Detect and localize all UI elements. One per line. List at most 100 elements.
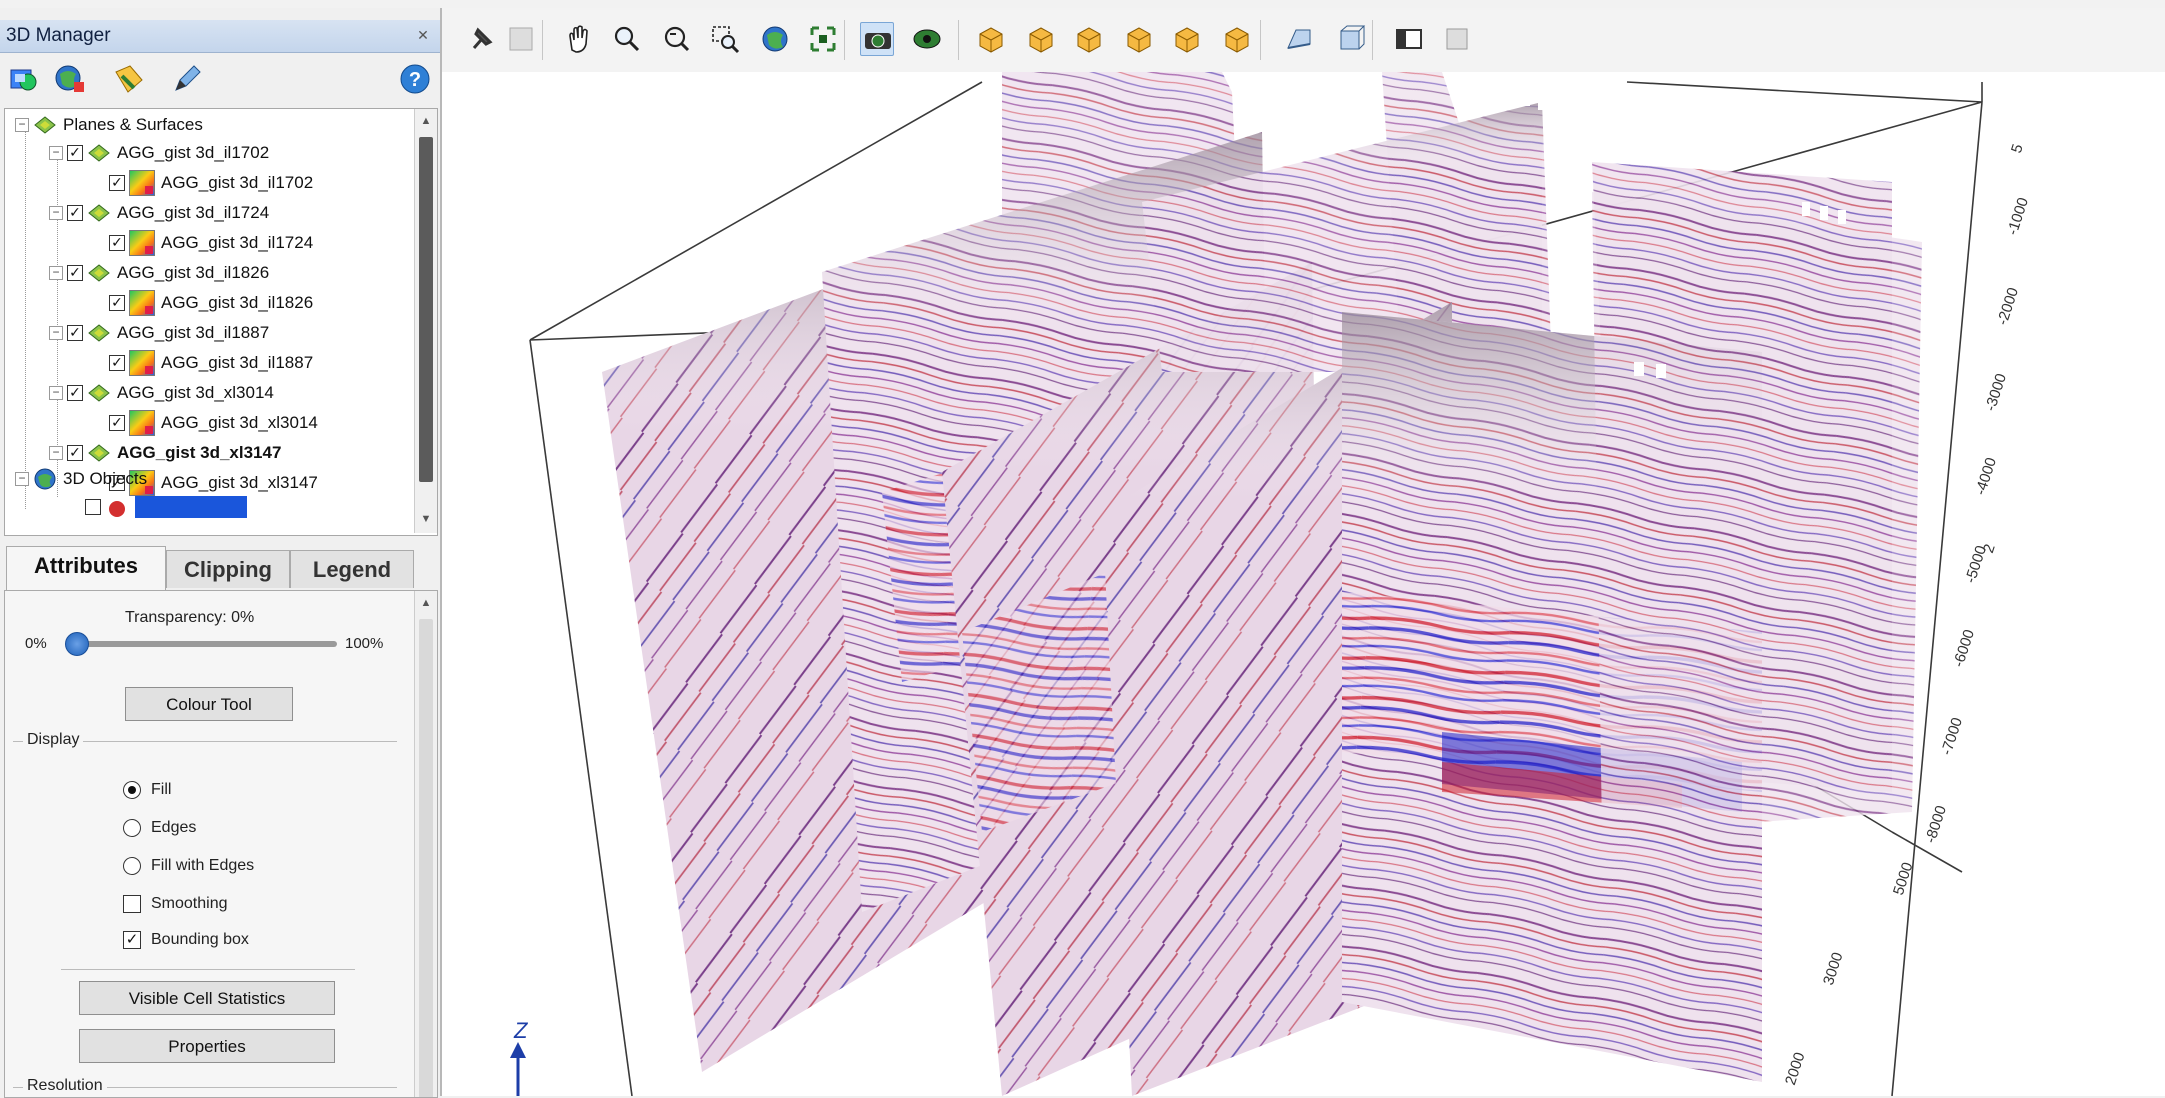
tree-node-plane-group[interactable]: − ✓ AGG_gist 3d_il1702: [49, 139, 269, 167]
collapse-icon[interactable]: −: [15, 472, 29, 486]
view-cube-1-icon[interactable]: [974, 22, 1008, 56]
slider-max-label: 100%: [345, 635, 384, 652]
edges-radio[interactable]: [123, 819, 141, 837]
tree-label: AGG_gist 3d_il1826: [117, 263, 270, 282]
tree-node-planes-surfaces[interactable]: − Planes & Surfaces: [15, 111, 203, 139]
tree-node-plane-group[interactable]: − ✓ AGG_gist 3d_xl3014: [49, 379, 274, 407]
pencil-icon[interactable]: [170, 62, 204, 96]
smoothing-label: Smoothing: [151, 895, 228, 912]
panel-title-bar: 3D Manager ✕: [0, 20, 440, 53]
layer-checkbox[interactable]: ✓: [109, 295, 125, 311]
add-layer-icon[interactable]: [6, 62, 40, 96]
pin-icon[interactable]: [464, 22, 498, 56]
collapse-icon[interactable]: −: [49, 266, 63, 280]
tree-label: AGG_gist 3d_il1724: [161, 233, 314, 252]
fill-with-edges-label: Fill with Edges: [151, 857, 255, 874]
close-icon[interactable]: ✕: [414, 26, 432, 44]
layer-checkbox[interactable]: ✓: [67, 445, 83, 461]
z-axis-indicator: [510, 1042, 526, 1096]
tree-scroll-thumb[interactable]: [419, 137, 433, 482]
surfaces-icon: [34, 116, 56, 134]
tree-scrollbar[interactable]: ▲ ▼: [414, 109, 437, 533]
attributes-scroll-thumb[interactable]: [419, 619, 433, 1097]
layer-checkbox[interactable]: ✓: [67, 265, 83, 281]
layer-checkbox[interactable]: ✓: [109, 415, 125, 431]
tab-attributes[interactable]: Attributes: [6, 546, 166, 590]
tab-legend[interactable]: Legend: [290, 550, 414, 588]
fill-radio[interactable]: [123, 781, 141, 799]
resolution-group-label: Resolution: [23, 1077, 107, 1095]
rotate-zoom-icon[interactable]: [660, 22, 694, 56]
grid-icon[interactable]: [504, 22, 538, 56]
tree-node-plane-group[interactable]: − ✓ AGG_gist 3d_xl3147: [49, 439, 281, 467]
tree-node-seismic-layer[interactable]: ✓ AGG_gist 3d_il1702: [109, 169, 313, 197]
layer-checkbox[interactable]: ✓: [109, 355, 125, 371]
tree-node-seismic-layer[interactable]: ✓ AGG_gist 3d_il1826: [109, 289, 313, 317]
object-icon: [109, 501, 125, 517]
view-cube-6-icon[interactable]: [1220, 22, 1254, 56]
properties-button[interactable]: Properties: [79, 1029, 335, 1063]
transparency-slider-thumb[interactable]: [65, 632, 89, 656]
tree-node-seismic-layer[interactable]: ✓ AGG_gist 3d_xl3014: [109, 409, 318, 437]
globe-layers-icon[interactable]: [52, 62, 86, 96]
collapse-icon[interactable]: −: [49, 386, 63, 400]
layer-checkbox[interactable]: ✓: [67, 325, 83, 341]
globe-icon[interactable]: [758, 22, 792, 56]
scroll-up-icon[interactable]: ▲: [418, 113, 434, 129]
layer-checkbox[interactable]: ✓: [67, 385, 83, 401]
smoothing-checkbox[interactable]: [123, 895, 141, 913]
layer-checkbox[interactable]: ✓: [109, 235, 125, 251]
collapse-icon[interactable]: −: [49, 206, 63, 220]
fill-with-edges-radio[interactable]: [123, 857, 141, 875]
fit-all-icon[interactable]: [806, 22, 840, 56]
tree-node-plane-group[interactable]: − ✓ AGG_gist 3d_il1826: [49, 259, 269, 287]
layer-checkbox[interactable]: ✓: [67, 205, 83, 221]
tree-node-plane-group[interactable]: − ✓ AGG_gist 3d_il1887: [49, 319, 269, 347]
tree-node-seismic-layer[interactable]: ✓ AGG_gist 3d_il1887: [109, 349, 313, 377]
perspective-icon[interactable]: [1282, 22, 1316, 56]
tree-node-seismic-layer[interactable]: ✓ AGG_gist 3d_il1724: [109, 229, 313, 257]
layer-checkbox[interactable]: [85, 499, 101, 515]
colour-tool-button[interactable]: Colour Tool: [125, 687, 293, 721]
transparency-slider-track[interactable]: [69, 641, 337, 647]
hand-icon[interactable]: [562, 22, 596, 56]
plane-icon: [88, 204, 110, 222]
seismic-layer-icon: [129, 410, 155, 436]
toolbar-separator: [844, 20, 845, 60]
display-group-label: Display: [23, 731, 84, 749]
tree-node-selected-object[interactable]: [85, 493, 247, 521]
tag-icon[interactable]: [112, 62, 146, 96]
tab-clipping[interactable]: Clipping: [166, 550, 290, 588]
scroll-up-icon[interactable]: ▲: [418, 595, 434, 611]
zoom-window-icon[interactable]: [708, 22, 742, 56]
layer-checkbox[interactable]: ✓: [67, 145, 83, 161]
attributes-scrollbar[interactable]: ▲: [414, 591, 437, 1097]
slider-min-label: 0%: [25, 635, 47, 652]
tree-node-3d-objects[interactable]: − 3D Objects: [15, 465, 147, 493]
menu-bar: [0, 0, 2165, 8]
visible-cell-statistics-button[interactable]: Visible Cell Statistics: [79, 981, 335, 1015]
layer-checkbox[interactable]: ✓: [109, 175, 125, 191]
zoom-icon[interactable]: [610, 22, 644, 56]
camera-icon[interactable]: [860, 22, 894, 56]
collapse-icon[interactable]: −: [15, 118, 29, 132]
3d-viewport[interactable]: Z 5 -1000 -2000 -3000 -4000 2 -5000 -6000 -7000-…: [442, 72, 2165, 1096]
help-icon[interactable]: ?: [398, 62, 432, 96]
view-cube-4-icon[interactable]: [1122, 22, 1156, 56]
orthographic-icon[interactable]: [1334, 22, 1368, 56]
view-cube-3-icon[interactable]: [1072, 22, 1106, 56]
collapse-icon[interactable]: −: [49, 146, 63, 160]
scroll-down-icon[interactable]: ▼: [418, 511, 434, 527]
collapse-icon[interactable]: −: [49, 446, 63, 460]
tree-node-plane-group[interactable]: − ✓ AGG_gist 3d_il1724: [49, 199, 269, 227]
view-cube-5-icon[interactable]: [1170, 22, 1204, 56]
collapse-icon[interactable]: −: [49, 326, 63, 340]
view-cube-2-icon[interactable]: [1024, 22, 1058, 56]
panel-title: 3D Manager: [6, 25, 111, 46]
panel-icon[interactable]: [1392, 22, 1426, 56]
transparency-label: Transparency: 0%: [125, 609, 255, 626]
eye-icon[interactable]: [910, 22, 944, 56]
bounding-box-checkbox[interactable]: ✓: [123, 931, 141, 949]
tree-label: AGG_gist 3d_xl3147: [117, 443, 282, 462]
square-icon[interactable]: [1440, 22, 1474, 56]
